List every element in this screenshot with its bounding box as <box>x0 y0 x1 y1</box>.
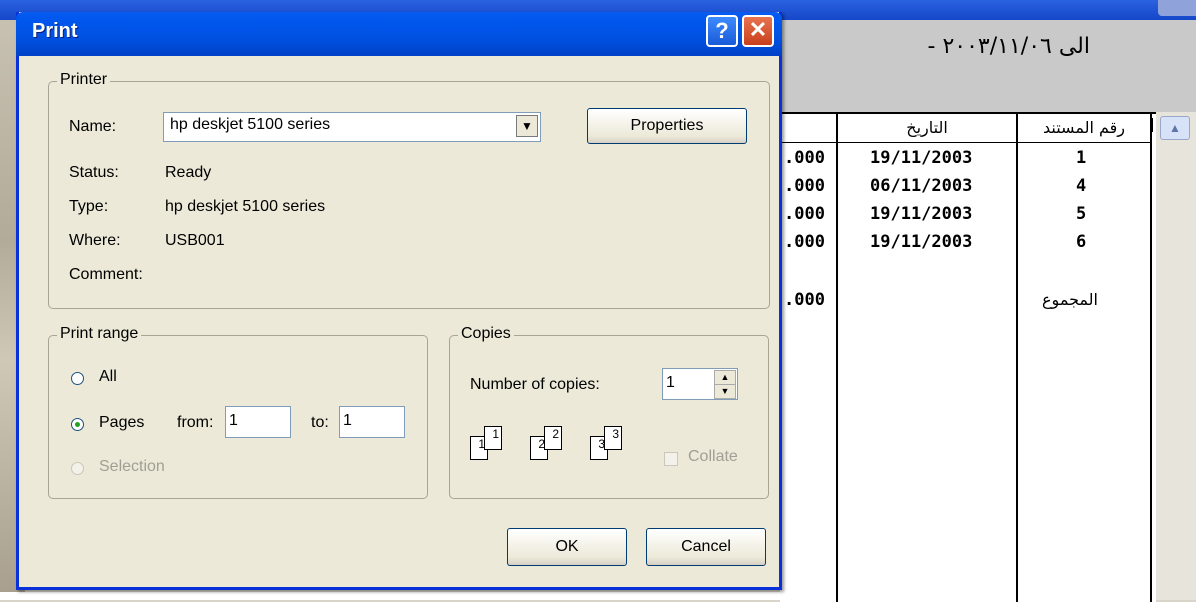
status-value: Ready <box>165 164 212 181</box>
table-col-divider <box>1150 114 1152 602</box>
report-table: التاريخ رقم المستند .000 19/11/2003 1 .0… <box>780 112 1156 602</box>
copies-value: 1 <box>666 374 675 391</box>
printer-name-value: hp deskjet 5100 series <box>170 116 331 133</box>
all-radio-label[interactable]: All <box>99 368 117 386</box>
comment-label: Comment: <box>69 266 143 283</box>
collate-label[interactable]: Collate <box>688 448 738 466</box>
to-label: to: <box>311 414 329 431</box>
pages-radio-label[interactable]: Pages <box>99 414 144 432</box>
radio-selected-dot <box>75 422 80 427</box>
type-label: Type: <box>69 198 109 215</box>
table-cell-date: 19/11/2003 <box>870 204 973 224</box>
type-value: hp deskjet 5100 series <box>165 198 326 215</box>
pages-radio[interactable] <box>71 418 84 431</box>
table-cell-doc: 1 <box>1076 148 1087 168</box>
collate-pages-illustration: 1 1 2 2 3 3 <box>470 424 650 464</box>
where-label: Where: <box>69 232 121 249</box>
from-page-input[interactable]: 1 <box>225 406 291 438</box>
printer-group: Printer Name: hp deskjet 5100 series ▼ P… <box>48 71 770 309</box>
spin-up-icon[interactable]: ▲ <box>714 370 736 385</box>
all-radio[interactable] <box>71 372 84 385</box>
print-range-group-label: Print range <box>57 325 142 343</box>
page-icon: 2 <box>544 426 562 450</box>
table-cell-date: 19/11/2003 <box>870 232 973 252</box>
table-cell-date: 06/11/2003 <box>870 176 973 196</box>
table-total-amount: .000 <box>784 290 825 310</box>
table-total-label: المجموع <box>1042 290 1098 309</box>
status-label: Status: <box>69 164 119 181</box>
chevron-down-icon[interactable]: ▼ <box>516 115 538 137</box>
background-window-button[interactable] <box>1158 0 1196 16</box>
page-icon: 1 <box>484 426 502 450</box>
collate-checkbox[interactable] <box>664 452 678 466</box>
table-edge-divider <box>1151 118 1156 132</box>
background-bottom-strip <box>0 592 780 600</box>
table-cell-date: 19/11/2003 <box>870 148 973 168</box>
report-date-range: الى ٢٠٠٣/١١/٠٦ - <box>927 34 1090 59</box>
page-icon: 3 <box>604 426 622 450</box>
table-col-divider <box>836 114 838 602</box>
printer-group-label: Printer <box>57 71 111 89</box>
table-cell-amount: .000 <box>784 204 825 224</box>
copies-group: Copies Number of copies: 1 ▲ ▼ 1 1 2 2 3… <box>449 325 769 499</box>
scroll-up-arrow-icon[interactable]: ▲ <box>1160 116 1190 140</box>
printer-name-select[interactable]: hp deskjet 5100 series ▼ <box>163 112 541 142</box>
table-header-date: التاريخ <box>838 114 1016 143</box>
report-scrollbar[interactable] <box>1156 112 1196 600</box>
table-header-doc-number: رقم المستند <box>1018 114 1150 143</box>
where-value: USB001 <box>165 232 225 249</box>
table-cell-amount: .000 <box>784 176 825 196</box>
table-cell-doc: 5 <box>1076 204 1087 224</box>
table-cell-amount: .000 <box>784 232 825 252</box>
table-cell-amount: .000 <box>784 148 825 168</box>
properties-button[interactable]: Properties <box>587 108 747 144</box>
table-header-amount <box>780 114 836 143</box>
help-icon[interactable]: ? <box>706 15 738 47</box>
to-page-input[interactable]: 1 <box>339 406 405 438</box>
from-label: from: <box>177 414 214 431</box>
dialog-titlebar[interactable]: Print ? ✕ <box>16 12 782 56</box>
table-cell-doc: 4 <box>1076 176 1087 196</box>
print-dialog: Print ? ✕ Printer Name: hp deskjet 5100 … <box>16 12 782 590</box>
copies-stepper[interactable]: 1 ▲ ▼ <box>662 368 738 400</box>
selection-radio-label[interactable]: Selection <box>99 458 165 476</box>
ok-button[interactable]: OK <box>507 528 627 566</box>
print-range-group: Print range All Pages from: 1 to: 1 Sele… <box>48 325 428 499</box>
number-of-copies-label: Number of copies: <box>470 376 600 393</box>
spin-down-icon[interactable]: ▼ <box>714 384 736 399</box>
table-col-divider <box>1016 114 1018 602</box>
dialog-title: Print <box>32 20 78 42</box>
cancel-button[interactable]: Cancel <box>646 528 766 566</box>
name-label: Name: <box>69 118 117 135</box>
copies-group-label: Copies <box>458 325 514 343</box>
table-cell-doc: 6 <box>1076 232 1087 252</box>
selection-radio[interactable] <box>71 462 84 475</box>
close-icon[interactable]: ✕ <box>742 15 774 47</box>
